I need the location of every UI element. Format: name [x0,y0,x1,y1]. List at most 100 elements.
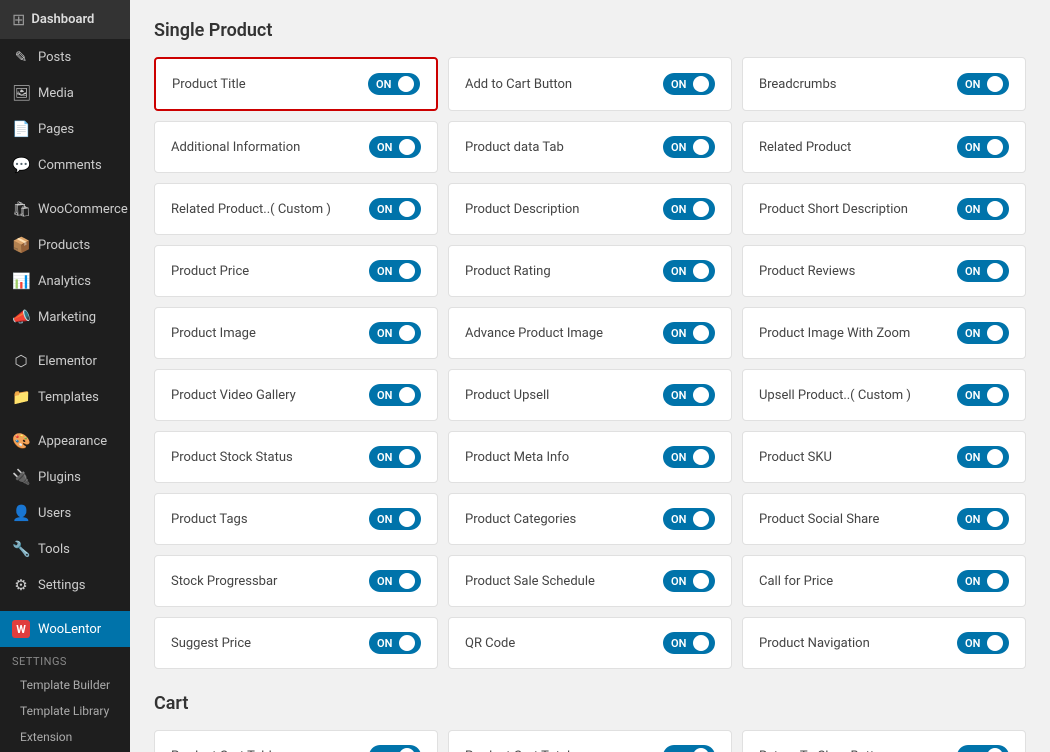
toggle-switch-add-to-cart-button[interactable]: ON [663,73,715,95]
toggle-card-return-to-shop-button[interactable]: Return To Shop ButtonON [742,730,1026,752]
toggle-card-product-categories[interactable]: Product CategoriesON [448,493,732,545]
sidebar-item-posts[interactable]: ✎ Posts [0,39,130,75]
toggle-switch-product-rating[interactable]: ON [663,260,715,282]
toggle-switch-product-title[interactable]: ON [368,73,420,95]
toggle-switch-product-data-tab[interactable]: ON [663,136,715,158]
toggle-switch-product-social-share[interactable]: ON [957,508,1009,530]
toggle-card-product-tags[interactable]: Product TagsON [154,493,438,545]
toggle-card-stock-progressbar[interactable]: Stock ProgressbarON [154,555,438,607]
sidebar-item-settings[interactable]: ⚙ Settings [0,567,130,603]
toggle-card-product-upsell[interactable]: Product UpsellON [448,369,732,421]
toggle-label-product-description: Product Description [465,202,580,217]
toggle-card-product-social-share[interactable]: Product Social ShareON [742,493,1026,545]
toggle-card-add-to-cart-button[interactable]: Add to Cart ButtonON [448,57,732,111]
toggle-card-product-rating[interactable]: Product RatingON [448,245,732,297]
toggle-card-product-image-with-zoom[interactable]: Product Image With ZoomON [742,307,1026,359]
toggle-card-product-data-tab[interactable]: Product data TabON [448,121,732,173]
toggle-switch-breadcrumbs[interactable]: ON [957,73,1009,95]
toggle-card-suggest-price[interactable]: Suggest PriceON [154,617,438,669]
toggle-switch-product-cart-total[interactable]: ON [663,745,715,752]
toggle-switch-stock-progressbar[interactable]: ON [369,570,421,592]
toggle-card-product-reviews[interactable]: Product ReviewsON [742,245,1026,297]
toggle-card-product-stock-status[interactable]: Product Stock StatusON [154,431,438,483]
toggle-switch-qr-code[interactable]: ON [663,632,715,654]
toggle-switch-product-sale-schedule[interactable]: ON [663,570,715,592]
toggle-card-advance-product-image[interactable]: Advance Product Image ON [448,307,732,359]
sidebar-item-tools[interactable]: 🔧 Tools [0,531,130,567]
sidebar-sub-template-library[interactable]: Template Library [0,698,130,724]
toggle-switch-product-navigation[interactable]: ON [957,632,1009,654]
toggle-card-product-description[interactable]: Product Description ON [448,183,732,235]
toggle-text-product-short-description: ON [965,203,980,216]
toggle-switch-product-meta-info[interactable]: ON [663,446,715,468]
toggle-knob-breadcrumbs [987,76,1003,92]
sidebar-item-woolentor[interactable]: W WooLentor [0,611,130,647]
toggle-text-product-sale-schedule: ON [671,575,686,588]
toggle-switch-product-image-with-zoom[interactable]: ON [957,322,1009,344]
sidebar-item-comments[interactable]: 💬 Comments [0,147,130,183]
toggle-label-advance-product-image: Advance Product Image [465,326,603,341]
toggle-switch-related-product[interactable]: ON [957,136,1009,158]
toggle-switch-additional-information[interactable]: ON [369,136,421,158]
toggle-card-product-image[interactable]: Product ImageON [154,307,438,359]
sidebar-item-elementor[interactable]: ⬡ Elementor [0,343,130,379]
toggle-label-product-cart-table: Product Cart Table [171,749,279,752]
toggle-switch-suggest-price[interactable]: ON [369,632,421,654]
sidebar-sub-extension[interactable]: Extension [0,724,130,750]
toggle-card-related-product-custom[interactable]: Related Product..( Custom )ON [154,183,438,235]
toggle-switch-return-to-shop-button[interactable]: ON [957,745,1009,752]
sidebar-item-pages[interactable]: 📄 Pages [0,111,130,147]
toggle-switch-product-description[interactable]: ON [663,198,715,220]
toggle-switch-product-categories[interactable]: ON [663,508,715,530]
toggle-card-product-meta-info[interactable]: Product Meta InfoON [448,431,732,483]
toggle-card-product-navigation[interactable]: Product NavigationON [742,617,1026,669]
toggle-card-call-for-price[interactable]: Call for PriceON [742,555,1026,607]
toggle-card-related-product[interactable]: Related ProductON [742,121,1026,173]
sidebar-item-templates[interactable]: 📁 Templates [0,379,130,415]
toggle-switch-product-stock-status[interactable]: ON [369,446,421,468]
toggle-switch-product-sku[interactable]: ON [957,446,1009,468]
toggle-card-qr-code[interactable]: QR CodeON [448,617,732,669]
sidebar-sub-template-builder[interactable]: Template Builder [0,672,130,698]
toggle-card-product-video-gallery[interactable]: Product Video GalleryON [154,369,438,421]
toggle-text-product-data-tab: ON [671,141,686,154]
toggle-card-product-title[interactable]: Product TitleON [154,57,438,111]
toggle-card-product-short-description[interactable]: Product Short DescriptionON [742,183,1026,235]
toggle-switch-product-upsell[interactable]: ON [663,384,715,406]
sidebar-item-label: Users [38,506,71,521]
sidebar-item-analytics[interactable]: 📊 Analytics [0,263,130,299]
toggle-text-product-sku: ON [965,451,980,464]
toggle-switch-product-reviews[interactable]: ON [957,260,1009,282]
sidebar-item-marketing[interactable]: 📣 Marketing [0,299,130,335]
toggle-switch-product-short-description[interactable]: ON [957,198,1009,220]
sidebar-item-plugins[interactable]: 🔌 Plugins [0,459,130,495]
toggle-switch-product-video-gallery[interactable]: ON [369,384,421,406]
toggle-switch-product-tags[interactable]: ON [369,508,421,530]
sidebar-item-products[interactable]: 📦 Products [0,227,130,263]
toggle-switch-product-price[interactable]: ON [369,260,421,282]
toggle-switch-product-image[interactable]: ON [369,322,421,344]
toggle-switch-advance-product-image[interactable]: ON [663,322,715,344]
toggle-card-product-cart-total[interactable]: Product Cart TotalON [448,730,732,752]
sidebar-item-woocommerce[interactable]: 🛍 WooCommerce [0,191,130,227]
marketing-icon: 📣 [12,308,30,326]
toggle-knob-product-tags [399,511,415,527]
toggle-card-breadcrumbs[interactable]: BreadcrumbsON [742,57,1026,111]
toggle-knob-product-upsell [693,387,709,403]
toggle-card-product-sale-schedule[interactable]: Product Sale ScheduleON [448,555,732,607]
sidebar-item-media[interactable]: 🖼 Media [0,75,130,111]
toggle-card-additional-information[interactable]: Additional InformationON [154,121,438,173]
toggle-card-product-price[interactable]: Product PriceON [154,245,438,297]
toggle-switch-product-cart-table[interactable]: ON [369,745,421,752]
toggle-text-product-reviews: ON [965,265,980,278]
sidebar-dashboard[interactable]: ⊞ Dashboard [0,0,130,39]
toggle-card-product-sku[interactable]: Product SKUON [742,431,1026,483]
sidebar-item-users[interactable]: 👤 Users [0,495,130,531]
toggle-switch-upsell-product-custom[interactable]: ON [957,384,1009,406]
toggle-card-upsell-product-custom[interactable]: Upsell Product..( Custom )ON [742,369,1026,421]
toggle-switch-related-product-custom[interactable]: ON [369,198,421,220]
sidebar-item-appearance[interactable]: 🎨 Appearance [0,423,130,459]
toggle-switch-call-for-price[interactable]: ON [957,570,1009,592]
toggle-card-product-cart-table[interactable]: Product Cart Table ON [154,730,438,752]
toggle-knob-suggest-price [399,635,415,651]
